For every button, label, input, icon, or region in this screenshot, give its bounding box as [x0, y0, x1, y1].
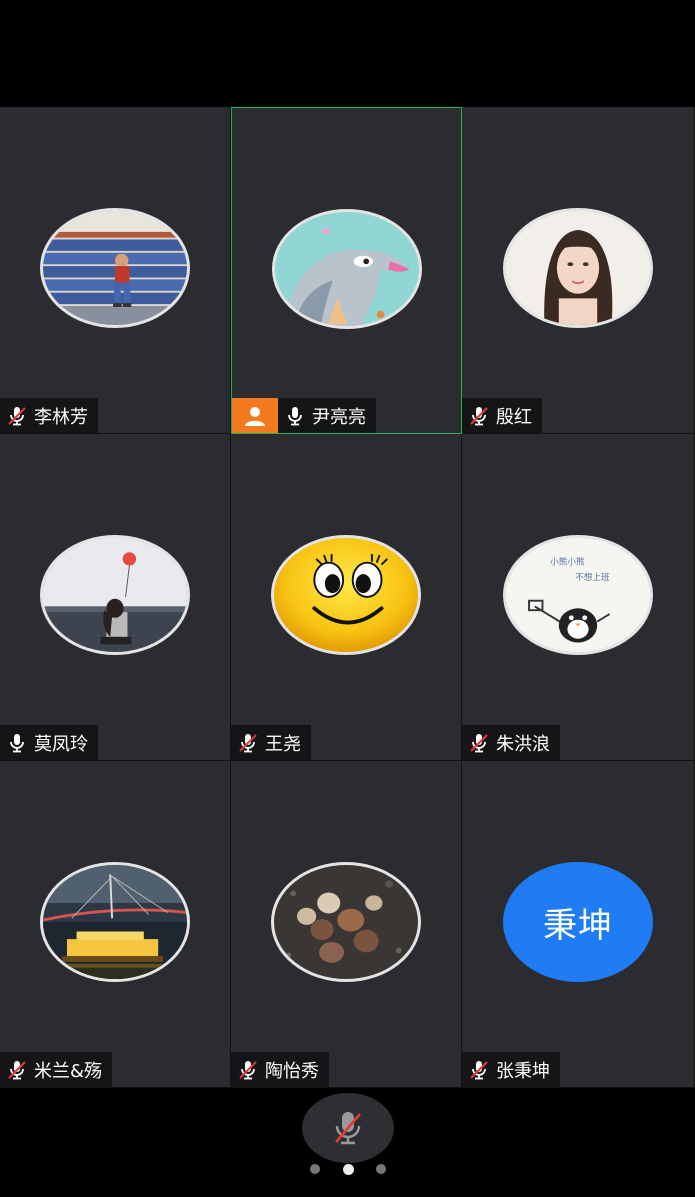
mic-muted-icon — [335, 1112, 361, 1145]
text-avatar: 秉坤 — [503, 862, 653, 982]
participant-tile[interactable]: 陶怡秀 — [231, 761, 462, 1088]
participant-label: 张秉坤 — [462, 1052, 560, 1087]
participant-tile[interactable]: 王尧 — [231, 434, 462, 761]
page-indicator — [310, 1163, 386, 1175]
mic-muted-icon — [0, 1052, 34, 1087]
meeting-screen: 李林芳 尹亮亮 殷红 莫凤玲 王尧 小熊小熊 不想上班 朱洪浪 米兰&殇 陶怡秀… — [0, 0, 695, 1197]
participant-name: 陶怡秀 — [265, 1060, 319, 1082]
participant-name: 张秉坤 — [496, 1060, 550, 1082]
participant-name: 李林芳 — [34, 406, 88, 428]
top-bar — [0, 0, 695, 107]
mic-muted-icon — [231, 725, 265, 760]
avatar-smiley-face — [274, 538, 418, 652]
mic-muted-icon — [462, 1052, 496, 1087]
participant-tile-active[interactable]: 尹亮亮 — [231, 107, 462, 434]
avatar-caption-1: 小熊小熊 — [550, 556, 585, 568]
avatar-photo-chestnuts — [274, 865, 418, 979]
avatar — [40, 862, 190, 982]
participant-tile[interactable]: 殷红 — [462, 107, 695, 434]
participant-name: 朱洪浪 — [496, 733, 550, 755]
participant-tile[interactable]: 小熊小熊 不想上班 朱洪浪 — [462, 434, 695, 761]
avatar-photo-night-bridge-boat — [43, 865, 187, 979]
avatar — [40, 208, 190, 328]
mic-muted-icon — [0, 398, 34, 433]
page-dot[interactable] — [310, 1164, 320, 1174]
avatar — [271, 209, 422, 329]
bottom-bar — [0, 1088, 695, 1197]
avatar-cartoon-fish — [274, 212, 419, 326]
avatar-caption-2: 不想上班 — [575, 571, 610, 583]
page-dot[interactable] — [376, 1164, 386, 1174]
participant-label: 米兰&殇 — [0, 1052, 113, 1087]
avatar — [271, 862, 421, 982]
avatar-cartoon-penguin-sketch: 小熊小熊 不想上班 — [506, 538, 650, 652]
mic-icon — [0, 725, 34, 760]
mic-muted-icon — [462, 725, 496, 760]
page-dot-current[interactable] — [342, 1163, 354, 1175]
mute-toggle-button[interactable] — [302, 1093, 394, 1163]
participant-tile[interactable]: 莫凤玲 — [0, 434, 231, 761]
participant-label: 尹亮亮 — [232, 398, 376, 433]
mic-icon — [278, 398, 312, 433]
participant-name: 殷红 — [496, 406, 532, 428]
host-badge — [232, 398, 278, 433]
participant-label: 李林芳 — [0, 398, 98, 433]
participant-label: 陶怡秀 — [231, 1052, 329, 1087]
avatar: 小熊小熊 不想上班 — [503, 535, 653, 655]
participant-name: 尹亮亮 — [312, 406, 366, 428]
participant-grid: 李林芳 尹亮亮 殷红 莫凤玲 王尧 小熊小熊 不想上班 朱洪浪 米兰&殇 陶怡秀… — [0, 107, 695, 1088]
mic-muted-icon — [231, 1052, 265, 1087]
avatar — [40, 535, 190, 655]
person-icon — [245, 406, 265, 426]
avatar — [271, 535, 421, 655]
participant-name: 莫凤玲 — [34, 733, 88, 755]
participant-label: 朱洪浪 — [462, 725, 560, 760]
participant-tile[interactable]: 李林芳 — [0, 107, 231, 434]
avatar-photo-girl-with-balloon — [43, 538, 187, 652]
participant-tile[interactable]: 秉坤 张秉坤 — [462, 761, 695, 1088]
avatar-initials: 秉坤 — [543, 905, 613, 946]
participant-label: 王尧 — [231, 725, 311, 760]
participant-name: 米兰&殇 — [34, 1060, 103, 1082]
avatar — [503, 208, 653, 328]
participant-label: 莫凤玲 — [0, 725, 98, 760]
participant-tile[interactable]: 米兰&殇 — [0, 761, 231, 1088]
avatar-photo-boy-on-bleachers — [43, 211, 187, 325]
participant-name: 王尧 — [265, 733, 301, 755]
avatar-photo-woman-portrait — [506, 211, 650, 325]
mic-muted-icon — [462, 398, 496, 433]
participant-label: 殷红 — [462, 398, 542, 433]
